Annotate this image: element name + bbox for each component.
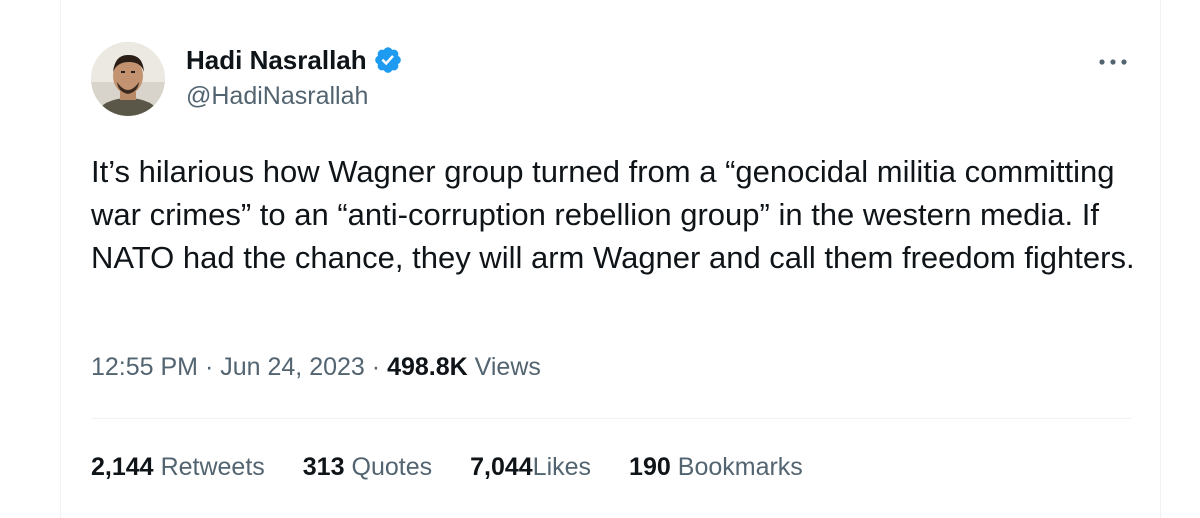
likes-stat[interactable]: 7,044 Likes bbox=[470, 453, 591, 482]
tweet-text: It’s hilarious how Wagner group turned f… bbox=[91, 154, 1135, 275]
divider bbox=[91, 418, 1131, 419]
retweets-label: Retweets bbox=[160, 452, 265, 481]
retweets-count: 2,144 bbox=[91, 452, 154, 481]
author-handle[interactable]: @HadiNasrallah bbox=[186, 82, 368, 111]
views-label: Views bbox=[474, 353, 541, 381]
tweet-left-border bbox=[60, 0, 61, 518]
tweet-time[interactable]: 12:55 PM bbox=[91, 353, 198, 381]
tweet-date[interactable]: Jun 24, 2023 bbox=[220, 353, 365, 381]
verified-badge-icon bbox=[373, 45, 403, 75]
quotes-stat[interactable]: 313 Quotes bbox=[303, 453, 432, 482]
meta-separator: · bbox=[204, 353, 214, 381]
quotes-label: Quotes bbox=[351, 452, 433, 481]
retweets-stat[interactable]: 2,144 Retweets bbox=[91, 453, 265, 482]
bookmarks-count: 190 bbox=[629, 452, 671, 481]
tweet-views[interactable]: 498.8K Views bbox=[387, 353, 541, 381]
avatar[interactable] bbox=[91, 42, 165, 116]
tweet-right-border bbox=[1160, 0, 1161, 518]
engagement-stats: 2,144 Retweets 313 Quotes 7,044 Likes 19… bbox=[91, 451, 803, 483]
avatar-image bbox=[91, 42, 165, 116]
bookmarks-label: Bookmarks bbox=[677, 452, 803, 481]
more-options-icon[interactable] bbox=[1096, 52, 1130, 72]
likes-label: Likes bbox=[532, 452, 592, 481]
views-count: 498.8K bbox=[387, 353, 468, 381]
likes-count: 7,044 bbox=[470, 452, 533, 481]
author-name[interactable]: Hadi Nasrallah bbox=[186, 45, 367, 76]
quotes-count: 313 bbox=[302, 452, 345, 481]
author-name-row: Hadi Nasrallah bbox=[186, 42, 403, 78]
meta-separator: · bbox=[371, 353, 381, 381]
tweet-meta: 12:55 PM · Jun 24, 2023 · 498.8K Views bbox=[91, 353, 541, 382]
bookmarks-stat[interactable]: 190 Bookmarks bbox=[629, 453, 803, 482]
